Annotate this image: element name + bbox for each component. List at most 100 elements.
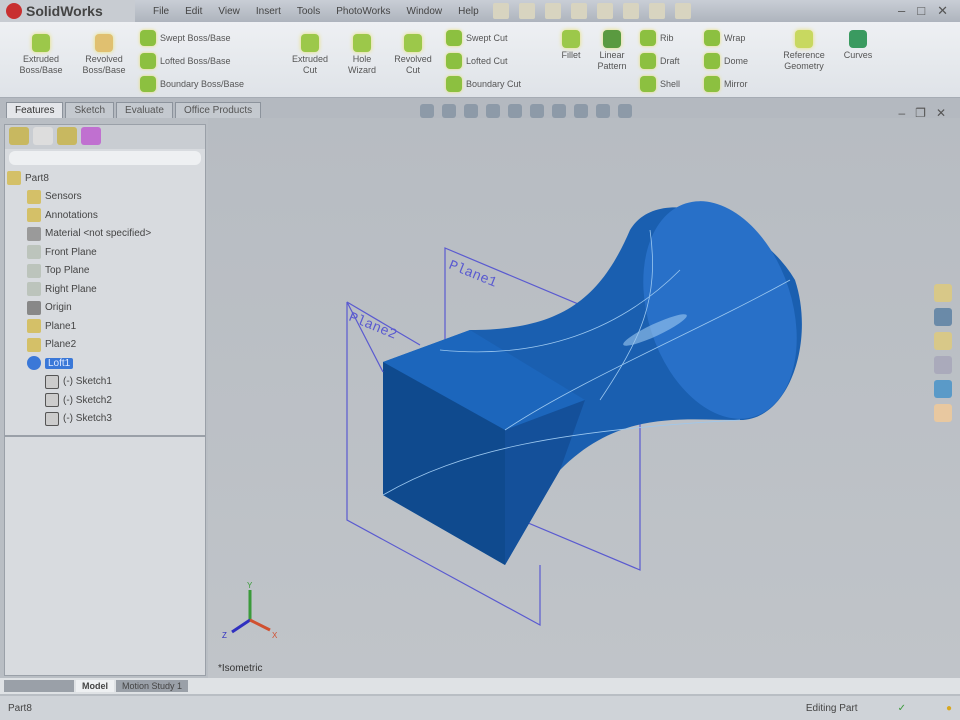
tree-item-sketch2[interactable]: (-) Sketch2 <box>5 391 205 410</box>
design-library-icon[interactable] <box>934 308 952 326</box>
menu-file[interactable]: File <box>153 6 169 17</box>
swept-cut-button[interactable]: Swept Cut <box>446 30 508 46</box>
rib-button[interactable]: Rib <box>640 30 674 46</box>
print-icon[interactable] <box>596 3 613 19</box>
zoom-area-icon[interactable] <box>442 104 456 118</box>
extruded-cut-button[interactable]: Extruded Cut <box>282 34 338 76</box>
hole-wizard-icon <box>353 34 371 52</box>
tab-features[interactable]: Features <box>6 102 64 118</box>
hole-wizard-button[interactable]: Hole Wizard <box>340 34 384 76</box>
apply-scene-icon[interactable] <box>596 104 610 118</box>
property-manager-tab-icon[interactable] <box>33 127 53 145</box>
menu-help[interactable]: Help <box>458 6 479 17</box>
fillet-button[interactable]: Fillet <box>556 30 586 61</box>
minimize-icon[interactable]: – <box>898 3 905 19</box>
wrap-button[interactable]: Wrap <box>704 30 745 46</box>
loft-body[interactable] <box>382 181 823 565</box>
previous-view-icon[interactable] <box>464 104 478 118</box>
graphics-area[interactable]: Plane1 Plane2 Y Z X *Isometric <box>208 118 960 678</box>
boundary-cut-button[interactable]: Boundary Cut <box>446 76 521 92</box>
tab-motion-study[interactable]: Motion Study 1 <box>116 680 189 692</box>
feature-manager-tab-icon[interactable] <box>9 127 29 145</box>
material-icon <box>27 226 41 241</box>
resources-icon[interactable] <box>934 284 952 302</box>
tree-item-sensors[interactable]: Sensors <box>5 188 205 207</box>
lofted-cut-button[interactable]: Lofted Cut <box>446 53 508 69</box>
new-icon[interactable] <box>518 3 535 19</box>
menu-insert[interactable]: Insert <box>256 6 281 17</box>
sensors-icon <box>27 189 41 204</box>
tree-item-plane1[interactable]: Plane1 <box>5 317 205 336</box>
tree-item-plane2[interactable]: Plane2 <box>5 336 205 355</box>
view-settings-icon[interactable] <box>618 104 632 118</box>
file-explorer-icon[interactable] <box>934 332 952 350</box>
configuration-manager-tab-icon[interactable] <box>57 127 77 145</box>
open-icon[interactable] <box>544 3 561 19</box>
tree-item-top-plane[interactable]: Top Plane <box>5 262 205 281</box>
tree-root-part[interactable]: Part8 <box>5 169 205 188</box>
extruded-boss-button[interactable]: Extruded Boss/Base <box>10 34 72 76</box>
mirror-button[interactable]: Mirror <box>704 76 748 92</box>
dim-xpert-tab-icon[interactable] <box>81 127 101 145</box>
shell-button[interactable]: Shell <box>640 76 680 92</box>
label: Boundary Boss/Base <box>160 79 245 89</box>
appearances-icon[interactable] <box>934 404 952 422</box>
feature-filter-input[interactable] <box>9 151 201 165</box>
label: Boss/Base <box>82 65 126 75</box>
revolved-boss-button[interactable]: Revolved Boss/Base <box>74 34 134 76</box>
menu-tools[interactable]: Tools <box>297 6 320 17</box>
quick-access-toolbar <box>492 3 691 19</box>
feature-manager-panel: Part8 Sensors Annotations Material <not … <box>4 124 206 676</box>
pin-icon[interactable] <box>492 3 509 19</box>
reference-geometry-button[interactable]: Reference Geometry <box>774 30 834 72</box>
swept-boss-button[interactable]: Swept Boss/Base <box>140 30 231 46</box>
tree-item-origin[interactable]: Origin <box>5 299 205 318</box>
tree-item-sketch1[interactable]: (-) Sketch1 <box>5 373 205 392</box>
label: Cut <box>405 65 420 75</box>
menu-photoworks[interactable]: PhotoWorks <box>336 6 390 17</box>
close-icon[interactable]: ✕ <box>937 3 948 19</box>
sketch-icon <box>45 393 59 408</box>
tree-item-material[interactable]: Material <not specified> <box>5 225 205 244</box>
draft-button[interactable]: Draft <box>640 53 680 69</box>
tab-evaluate[interactable]: Evaluate <box>116 102 173 118</box>
tree-item-sketch3[interactable]: (-) Sketch3 <box>5 410 205 429</box>
curves-button[interactable]: Curves <box>838 30 878 61</box>
label: (-) Sketch2 <box>63 394 112 406</box>
search-icon[interactable] <box>934 356 952 374</box>
linear-pattern-button[interactable]: Linear Pattern <box>592 30 632 72</box>
sketch-icon <box>45 374 59 389</box>
tree-item-loft[interactable]: Loft1 <box>5 354 205 373</box>
tab-office-products[interactable]: Office Products <box>174 102 262 118</box>
tab-sketch[interactable]: Sketch <box>65 102 115 118</box>
edit-appearance-icon[interactable] <box>574 104 588 118</box>
lofted-boss-button[interactable]: Lofted Boss/Base <box>140 53 231 69</box>
view-orientation-icon[interactable] <box>508 104 522 118</box>
app-logo[interactable]: SolidWorks <box>0 0 135 22</box>
heads-up-view-toolbar <box>420 104 632 118</box>
help-icon[interactable]: ● <box>946 703 952 714</box>
menu-view[interactable]: View <box>218 6 240 17</box>
boundary-boss-button[interactable]: Boundary Boss/Base <box>140 76 244 92</box>
tree-item-right-plane[interactable]: Right Plane <box>5 280 205 299</box>
zoom-to-fit-icon[interactable] <box>420 104 434 118</box>
hide-show-icon[interactable] <box>552 104 566 118</box>
maximize-icon[interactable]: □ <box>917 3 925 19</box>
dome-button[interactable]: Dome <box>704 53 748 69</box>
menu-edit[interactable]: Edit <box>185 6 202 17</box>
tree-item-annotations[interactable]: Annotations <box>5 206 205 225</box>
tab-scroll[interactable] <box>4 680 74 692</box>
revolved-cut-button[interactable]: Revolved Cut <box>386 34 440 76</box>
undo-icon[interactable] <box>622 3 639 19</box>
select-icon[interactable] <box>648 3 665 19</box>
panel-divider[interactable] <box>5 435 205 437</box>
tab-model[interactable]: Model <box>76 680 114 692</box>
menu-window[interactable]: Window <box>407 6 443 17</box>
save-icon[interactable] <box>570 3 587 19</box>
section-view-icon[interactable] <box>486 104 500 118</box>
view-palette-icon[interactable] <box>934 380 952 398</box>
display-style-icon[interactable] <box>530 104 544 118</box>
tree-item-front-plane[interactable]: Front Plane <box>5 243 205 262</box>
rebuild-status-icon[interactable]: ✓ <box>898 703 906 714</box>
rebuild-icon[interactable] <box>674 3 691 19</box>
